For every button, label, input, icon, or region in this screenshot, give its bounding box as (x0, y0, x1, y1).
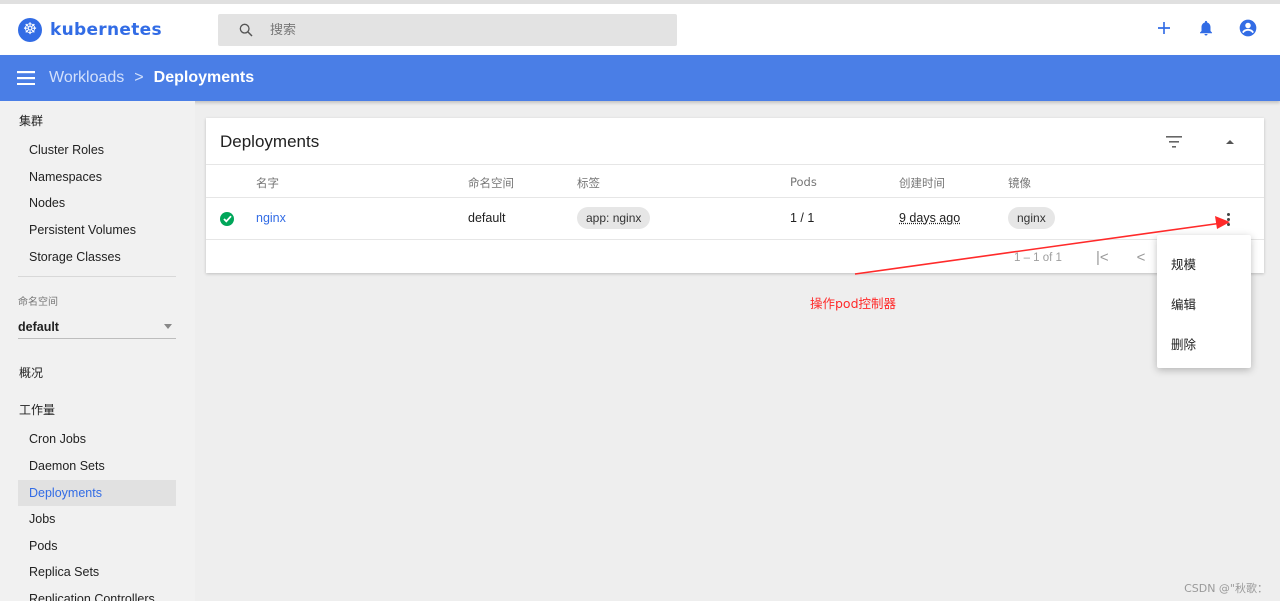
pods-count: 1 / 1 (790, 211, 815, 225)
watermark: CSDN @"秋歌： (1184, 582, 1268, 595)
search-icon (239, 23, 253, 37)
bell-icon[interactable] (1194, 16, 1218, 40)
column-header-name[interactable]: 名字 (256, 175, 279, 191)
sidebar-item-replica-sets[interactable]: Replica Sets (18, 559, 176, 585)
menu-item-delete[interactable]: 删除 (1171, 334, 1196, 353)
deployment-name-link[interactable]: nginx (256, 211, 286, 225)
sidebar: 集群 Cluster Roles Namespaces Nodes Persis… (0, 101, 195, 601)
annotation-text: 操作pod控制器 (810, 296, 897, 311)
table-row: nginx default app: nginx 1 / 1 9 days ag… (206, 198, 1264, 240)
sidebar-item-namespaces[interactable]: Namespaces (18, 164, 176, 190)
sidebar-item-pods[interactable]: Pods (18, 533, 176, 559)
pagination-range: 1 – 1 of 1 (1014, 251, 1062, 264)
sidebar-item-cron-jobs[interactable]: Cron Jobs (18, 426, 176, 452)
sidebar-item-nodes[interactable]: Nodes (18, 190, 176, 216)
top-bar: ☸ kubernetes (0, 0, 1280, 55)
account-icon[interactable] (1236, 16, 1260, 40)
menu-icon[interactable] (16, 68, 36, 88)
search-bar[interactable] (218, 14, 677, 46)
menu-item-edit[interactable]: 编辑 (1171, 294, 1196, 313)
column-header-namespace: 命名空间 (468, 176, 514, 190)
breadcrumb-workloads[interactable]: Workloads (49, 69, 124, 87)
sidebar-divider (18, 276, 176, 277)
sidebar-item-persistent-volumes[interactable]: Persistent Volumes (18, 217, 176, 243)
deployments-card: Deployments 名字 命名空间 标签 Pods 创建时间 镜像 ngin… (206, 118, 1264, 273)
filter-icon[interactable] (1164, 132, 1184, 152)
kubernetes-wheel-icon: ☸ (18, 18, 42, 42)
created-time: 9 days ago (899, 211, 961, 225)
image-chip: nginx (1008, 207, 1055, 229)
namespace-label: 命名空间 (18, 297, 58, 308)
plus-icon[interactable] (1152, 16, 1176, 40)
chevron-down-icon (164, 324, 172, 329)
sidebar-item-storage-classes[interactable]: Storage Classes (18, 244, 176, 270)
sidebar-item-cluster-roles[interactable]: Cluster Roles (18, 137, 176, 163)
column-header-created[interactable]: 创建时间 (899, 175, 945, 191)
deployment-namespace: default (468, 211, 506, 225)
breadcrumb-current: Deployments (153, 69, 255, 86)
namespace-select[interactable]: default (18, 315, 176, 339)
pagination: 1 – 1 of 1 |< < (1014, 249, 1145, 266)
sidebar-section-cluster[interactable]: 集群 (19, 112, 43, 129)
card-title: Deployments (220, 132, 320, 151)
sidebar-item-replication-controllers[interactable]: Replication Controllers (18, 586, 176, 601)
column-header-images: 镜像 (1008, 176, 1031, 190)
logo-text: kubernetes (50, 20, 162, 40)
collapse-icon[interactable] (1220, 132, 1240, 152)
sidebar-item-jobs[interactable]: Jobs (18, 506, 176, 532)
breadcrumb-bar: Workloads > Deployments (0, 55, 1280, 101)
sidebar-item-daemon-sets[interactable]: Daemon Sets (18, 453, 176, 479)
breadcrumb-separator: > (134, 69, 144, 86)
column-header-pods: Pods (790, 175, 817, 189)
first-page-icon[interactable]: |< (1096, 249, 1109, 266)
table-header: 名字 命名空间 标签 Pods 创建时间 镜像 (206, 164, 1264, 198)
sidebar-item-deployments[interactable]: Deployments (18, 480, 176, 506)
namespace-value: default (18, 319, 59, 334)
menu-item-scale[interactable]: 规模 (1171, 254, 1196, 273)
status-running-icon (220, 212, 234, 226)
sidebar-section-workloads[interactable]: 工作量 (19, 401, 55, 418)
sidebar-item-overview[interactable]: 概况 (19, 364, 43, 381)
context-menu: 规模 编辑 删除 (1157, 235, 1251, 368)
label-chip: app: nginx (577, 207, 651, 229)
previous-page-icon[interactable]: < (1137, 249, 1146, 266)
search-input[interactable] (270, 22, 630, 38)
kubernetes-logo[interactable]: ☸ kubernetes (18, 18, 162, 42)
more-vert-icon[interactable] (1218, 209, 1238, 229)
column-header-labels: 标签 (577, 176, 600, 190)
